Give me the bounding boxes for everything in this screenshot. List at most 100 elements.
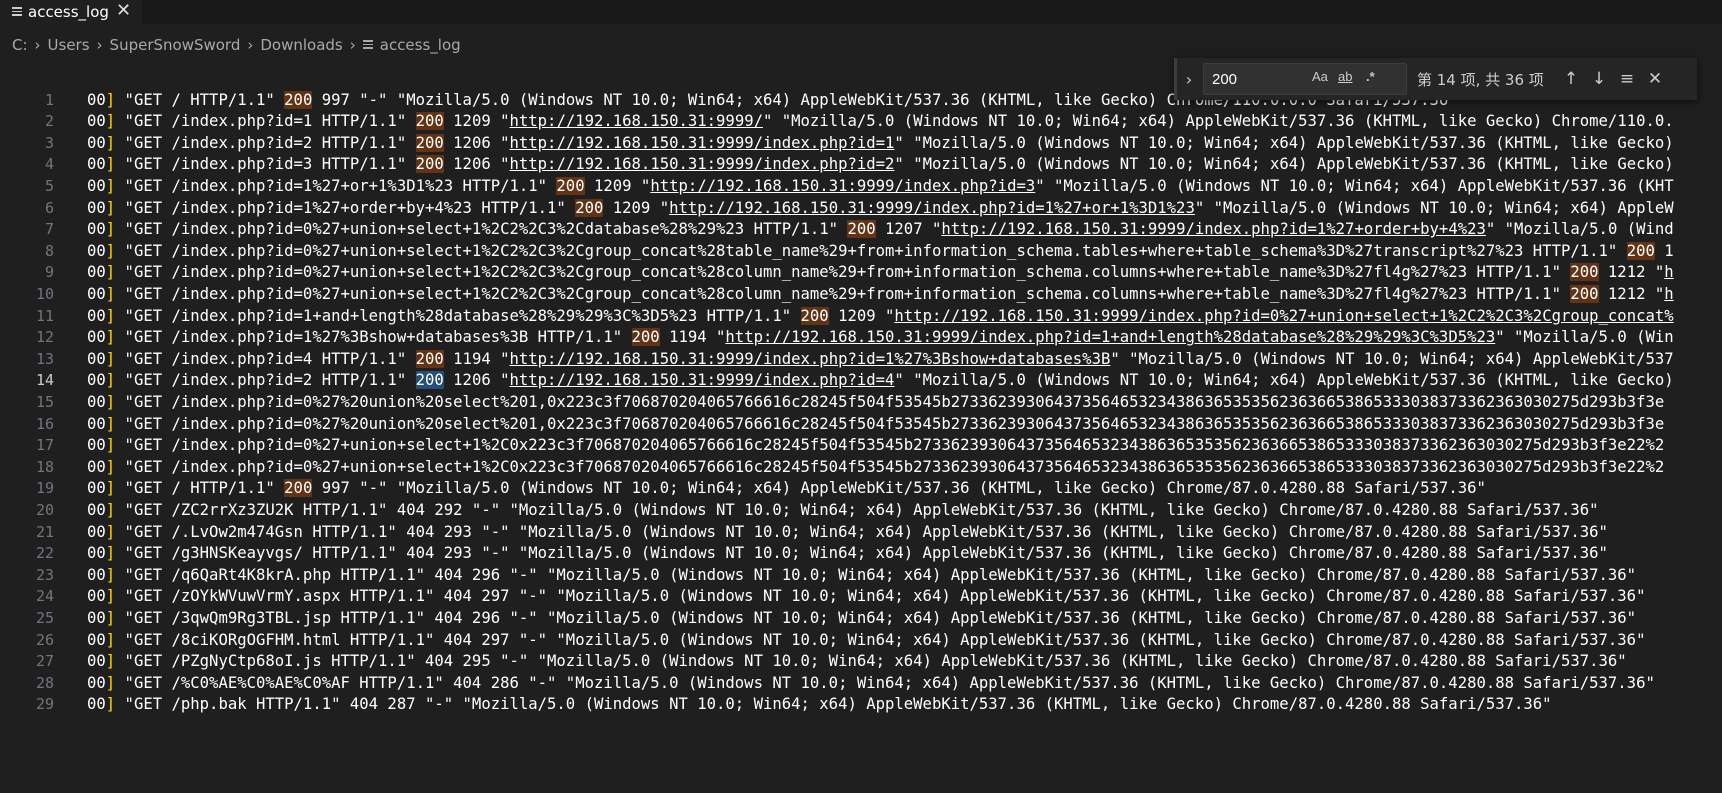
breadcrumb-item[interactable]: access_log bbox=[380, 36, 461, 54]
code-token: "GET /g3HNSKeayvgs/ HTTP/1.1" 404 293 "-… bbox=[115, 544, 1608, 563]
arrow-up-icon[interactable]: ↑ bbox=[1557, 69, 1585, 89]
find-in-selection-icon[interactable]: ≡ bbox=[1613, 69, 1641, 89]
search-match: 200 bbox=[1570, 284, 1599, 303]
code-line[interactable]: 22 00] "GET /g3HNSKeayvgs/ HTTP/1.1" 404 … bbox=[0, 542, 1722, 566]
line-text: 00] "GET /index.php?id=4 HTTP/1.1" 200 1… bbox=[87, 348, 1722, 372]
url-link[interactable]: http://192.168.150.31:9999/index.php?id=… bbox=[894, 307, 1673, 325]
url-link[interactable]: h bbox=[1664, 285, 1673, 303]
line-text: 00] "GET /ZC2rrXz3ZU2K HTTP/1.1" 404 292… bbox=[87, 499, 1722, 523]
breadcrumb: C: › Users › SuperSnowSword › Downloads … bbox=[12, 33, 461, 57]
code-line[interactable]: 2 00] "GET /index.php?id=1 HTTP/1.1" 200 … bbox=[0, 110, 1722, 134]
code-line[interactable]: 9 00] "GET /index.php?id=0%27+union+selec… bbox=[0, 261, 1722, 285]
breadcrumb-item[interactable]: C: bbox=[12, 36, 28, 54]
code-token: " "Mozilla/5.0 (Windows NT 10.0; Win64; … bbox=[894, 133, 1674, 152]
url-link[interactable]: http://192.168.150.31:9999/index.php?id=… bbox=[941, 220, 1486, 238]
code-token: " "Mozilla/5.0 (Windows NT 10.0; Win64; … bbox=[894, 155, 1674, 174]
url-link[interactable]: http://192.168.150.31:9999/ bbox=[510, 112, 763, 130]
code-line[interactable]: 18 00] "GET /index.php?id=0%27+union+sele… bbox=[0, 456, 1722, 480]
code-line[interactable]: 5 00] "GET /index.php?id=1%27+or+1%3D1%23… bbox=[0, 175, 1722, 199]
url-link[interactable]: http://192.168.150.31:9999/index.php?id=… bbox=[510, 371, 895, 389]
line-number: 12 bbox=[35, 328, 54, 347]
code-line[interactable]: 16 00] "GET /index.php?id=0%27%20union%20… bbox=[0, 413, 1722, 437]
code-token: ] bbox=[105, 479, 116, 498]
url-link[interactable]: h bbox=[1664, 263, 1673, 281]
toggle-replace-chevron-icon[interactable]: › bbox=[1177, 70, 1201, 89]
close-icon[interactable]: ✕ bbox=[1641, 69, 1669, 89]
code-line[interactable]: 23 00] "GET /q6QaRt4K8krA.php HTTP/1.1" 4… bbox=[0, 564, 1722, 588]
tab-title: access_log bbox=[28, 3, 109, 21]
breadcrumb-item[interactable]: Users bbox=[48, 36, 90, 54]
code-token: 1206 " bbox=[443, 133, 510, 152]
line-number: 8 bbox=[44, 241, 54, 260]
code-token: "GET /PZgNyCtp68oI.js HTTP/1.1" 404 295 … bbox=[115, 652, 1627, 671]
find-input-box: Aa ab .* bbox=[1203, 63, 1407, 95]
code-line[interactable]: 7 00] "GET /index.php?id=0%27+union+selec… bbox=[0, 218, 1722, 242]
code-token: 00 bbox=[87, 306, 106, 325]
line-number: 22 bbox=[35, 544, 54, 563]
url-link[interactable]: http://192.168.150.31:9999/index.php?id=… bbox=[669, 199, 1195, 217]
code-line[interactable]: 25 00] "GET /3qwQm9Rg3TBL.jsp HTTP/1.1" 4… bbox=[0, 607, 1722, 631]
search-match: 200 bbox=[415, 112, 444, 131]
url-link[interactable]: http://192.168.150.31:9999/index.php?id=… bbox=[650, 177, 1035, 195]
line-text: 00] "GET / HTTP/1.1" 200 997 "-" "Mozill… bbox=[87, 477, 1722, 501]
line-number: 25 bbox=[35, 608, 54, 627]
search-match: 200 bbox=[1570, 263, 1599, 282]
code-line[interactable]: 4 00] "GET /index.php?id=3 HTTP/1.1" 200 … bbox=[0, 153, 1722, 177]
arrow-down-icon[interactable]: ↓ bbox=[1585, 69, 1613, 89]
search-match: 200 bbox=[556, 176, 585, 195]
code-token: 00 bbox=[87, 284, 106, 303]
regex-toggle[interactable]: .* bbox=[1366, 69, 1375, 84]
code-line[interactable]: 14 00] "GET /index.php?id=2 HTTP/1.1" 200… bbox=[0, 369, 1722, 393]
code-line[interactable]: 19 00] "GET / HTTP/1.1" 200 997 "-" "Mozi… bbox=[0, 477, 1722, 501]
find-input[interactable] bbox=[1204, 69, 1314, 89]
code-token: ] bbox=[105, 284, 116, 303]
line-text: 00] "GET /8ciKORgOGFHM.html HTTP/1.1" 40… bbox=[87, 629, 1722, 653]
code-line[interactable]: 6 00] "GET /index.php?id=1%27+order+by+4%… bbox=[0, 197, 1722, 221]
code-line[interactable]: 11 00] "GET /index.php?id=1+and+length%28… bbox=[0, 305, 1722, 329]
close-icon[interactable]: ✕ bbox=[116, 0, 131, 22]
code-token: 00 bbox=[87, 198, 106, 217]
code-token: 00 bbox=[87, 608, 106, 627]
code-line[interactable]: 8 00] "GET /index.php?id=0%27+union+selec… bbox=[0, 240, 1722, 264]
code-line[interactable]: 21 00] "GET /.LvOw2m474Gsn HTTP/1.1" 404 … bbox=[0, 521, 1722, 545]
url-link[interactable]: http://192.168.150.31:9999/index.php?id=… bbox=[510, 350, 1111, 368]
url-link[interactable]: http://192.168.150.31:9999/index.php?id=… bbox=[510, 155, 895, 173]
code-line[interactable]: 20 00] "GET /ZC2rrXz3ZU2K HTTP/1.1" 404 2… bbox=[0, 499, 1722, 523]
code-token: ] bbox=[105, 155, 116, 174]
code-line[interactable]: 13 00] "GET /index.php?id=4 HTTP/1.1" 200… bbox=[0, 348, 1722, 372]
code-token: 00 bbox=[87, 155, 106, 174]
url-link[interactable]: http://192.168.150.31:9999/index.php?id=… bbox=[510, 134, 895, 152]
whole-word-toggle[interactable]: ab bbox=[1338, 69, 1352, 84]
line-text: 00] "GET /%C0%AE%C0%AE%C0%AF HTTP/1.1" 4… bbox=[87, 672, 1722, 696]
line-number: 23 bbox=[35, 565, 54, 584]
code-token: ] bbox=[105, 220, 116, 239]
file-lines-icon bbox=[12, 7, 22, 17]
line-text: 00] "GET /index.php?id=0%27+union+select… bbox=[87, 240, 1722, 264]
code-line[interactable]: 17 00] "GET /index.php?id=0%27+union+sele… bbox=[0, 434, 1722, 458]
line-text: 00] "GET /index.php?id=0%27+union+select… bbox=[87, 283, 1722, 307]
code-line[interactable]: 26 00] "GET /8ciKORgOGFHM.html HTTP/1.1" … bbox=[0, 629, 1722, 653]
code-token: "GET /ZC2rrXz3ZU2K HTTP/1.1" 404 292 "-"… bbox=[115, 500, 1599, 519]
code-line[interactable]: 15 00] "GET /index.php?id=0%27%20union%20… bbox=[0, 391, 1722, 415]
code-line[interactable]: 28 00] "GET /%C0%AE%C0%AE%C0%AF HTTP/1.1"… bbox=[0, 672, 1722, 696]
search-match: 200 bbox=[415, 349, 444, 368]
match-case-toggle[interactable]: Aa bbox=[1312, 69, 1328, 84]
code-token: "GET /index.php?id=0%27+union+select+1%2… bbox=[115, 241, 1627, 260]
code-line[interactable]: 29 00] "GET /php.bak HTTP/1.1" 404 287 "-… bbox=[0, 693, 1722, 717]
breadcrumb-item[interactable]: Downloads bbox=[260, 36, 342, 54]
code-line[interactable]: 24 00] "GET /zOYkWVuwVrmY.aspx HTTP/1.1" … bbox=[0, 585, 1722, 609]
editor[interactable]: 1 00] "GET / HTTP/1.1" 200 997 "-" "Mozil… bbox=[0, 90, 1722, 793]
line-text: 00] "GET /.LvOw2m474Gsn HTTP/1.1" 404 29… bbox=[87, 521, 1722, 545]
code-line[interactable]: 10 00] "GET /index.php?id=0%27+union+sele… bbox=[0, 283, 1722, 307]
url-link[interactable]: http://192.168.150.31:9999/index.php?id=… bbox=[725, 328, 1495, 346]
code-token: "GET /index.php?id=0%27+union+select+1%2… bbox=[115, 457, 1665, 476]
code-line[interactable]: 12 00] "GET /index.php?id=1%27%3Bshow+dat… bbox=[0, 326, 1722, 350]
tab-access-log[interactable]: access_log ✕ bbox=[0, 0, 142, 24]
code-line[interactable]: 27 00] "GET /PZgNyCtp68oI.js HTTP/1.1" 40… bbox=[0, 650, 1722, 674]
code-token: "GET /index.php?id=1+and+length%28databa… bbox=[115, 306, 801, 325]
code-token: 00 bbox=[87, 436, 106, 455]
code-token: 1209 " bbox=[443, 112, 510, 131]
code-token: 1212 " bbox=[1598, 284, 1665, 303]
code-line[interactable]: 3 00] "GET /index.php?id=2 HTTP/1.1" 200 … bbox=[0, 132, 1722, 156]
breadcrumb-item[interactable]: SuperSnowSword bbox=[110, 36, 241, 54]
